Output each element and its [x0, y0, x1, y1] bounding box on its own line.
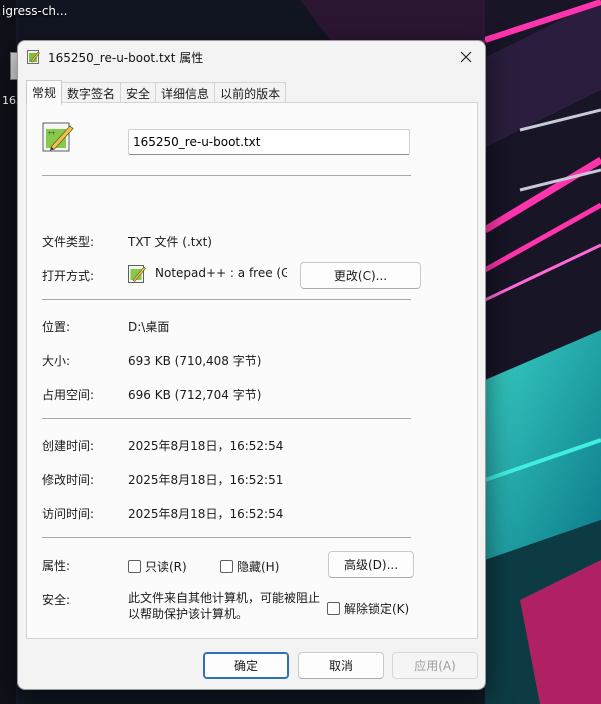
size-on-disk-label: 占用空间:	[42, 388, 95, 402]
accessed-value: 2025年8月18日，16:52:54	[128, 507, 284, 521]
tab-general[interactable]: 常规	[26, 80, 63, 105]
apply-button[interactable]: 应用(A)	[392, 652, 478, 679]
unblock-checkbox[interactable]: 解除锁定(K)	[327, 600, 409, 617]
created-value: 2025年8月18日，16:52:54	[128, 439, 284, 453]
change-app-button[interactable]: 更改(C)...	[300, 262, 421, 289]
tab-digital-signatures[interactable]: 数字签名	[62, 82, 122, 104]
location-value: D:\桌面	[128, 320, 170, 334]
created-label: 创建时间:	[42, 439, 95, 453]
properties-dialog: 165250_re-u-boot.txt 属性 常规 数字签名 安全 详细信息 …	[17, 40, 486, 690]
open-with-label: 打开方式:	[42, 269, 95, 283]
size-value: 693 KB (710,408 字节)	[128, 354, 262, 368]
security-label: 安全:	[42, 593, 71, 607]
size-on-disk-value: 696 KB (712,704 字节)	[128, 388, 262, 402]
file-type-label: 文件类型:	[42, 235, 95, 249]
modified-value: 2025年8月18日，16:52:51	[128, 473, 284, 487]
security-warning-text: 此文件来自其他计算机，可能被阻止以帮助保护该计算机。	[128, 591, 321, 621]
readonly-checkbox-label: 只读(R)	[145, 560, 187, 574]
tab-strip: 常规 数字签名 安全 详细信息 以前的版本	[26, 80, 477, 105]
window-title: 165250_re-u-boot.txt 属性	[48, 51, 204, 65]
checkbox-box[interactable]	[220, 560, 233, 573]
desktop-file-label[interactable]: igress-ch...	[0, 0, 69, 22]
title-bar[interactable]: 165250_re-u-boot.txt 属性	[18, 41, 485, 71]
svg-text:++: ++	[48, 130, 56, 137]
divider	[42, 418, 411, 419]
advanced-button[interactable]: 高级(D)...	[328, 551, 414, 578]
ok-button[interactable]: 确定	[203, 652, 289, 679]
checkbox-box[interactable]	[327, 602, 340, 615]
divider	[42, 175, 411, 176]
notepad-file-icon	[27, 50, 40, 64]
file-type-value: TXT 文件 (.txt)	[128, 235, 212, 249]
hidden-checkbox[interactable]: 隐藏(H)	[220, 558, 279, 575]
size-label: 大小:	[42, 354, 71, 368]
readonly-checkbox[interactable]: 只读(R)	[128, 558, 187, 575]
notepadpp-app-icon	[128, 265, 146, 283]
unblock-checkbox-label: 解除锁定(K)	[344, 602, 410, 616]
close-icon	[460, 51, 472, 63]
divider	[42, 299, 411, 300]
checkbox-box[interactable]	[128, 560, 141, 573]
notepadpp-file-icon: ++	[42, 122, 74, 152]
hidden-checkbox-label: 隐藏(H)	[237, 560, 280, 574]
cancel-button[interactable]: 取消	[298, 652, 384, 679]
open-with-app-name: Notepad++ : a free (G	[155, 266, 287, 280]
tab-previous-versions[interactable]: 以前的版本	[215, 82, 287, 104]
tab-details[interactable]: 详细信息	[156, 82, 216, 104]
file-name-input[interactable]	[128, 129, 410, 155]
close-button[interactable]	[453, 45, 479, 69]
location-label: 位置:	[42, 320, 71, 334]
accessed-label: 访问时间:	[42, 507, 95, 521]
modified-label: 修改时间:	[42, 473, 95, 487]
divider	[42, 537, 411, 538]
tab-security[interactable]: 安全	[121, 82, 157, 104]
general-panel: ++ 文件类型: TXT 文件 (.txt) 打开方式: Notepad++ :…	[26, 102, 478, 639]
attributes-label: 属性:	[42, 559, 71, 573]
